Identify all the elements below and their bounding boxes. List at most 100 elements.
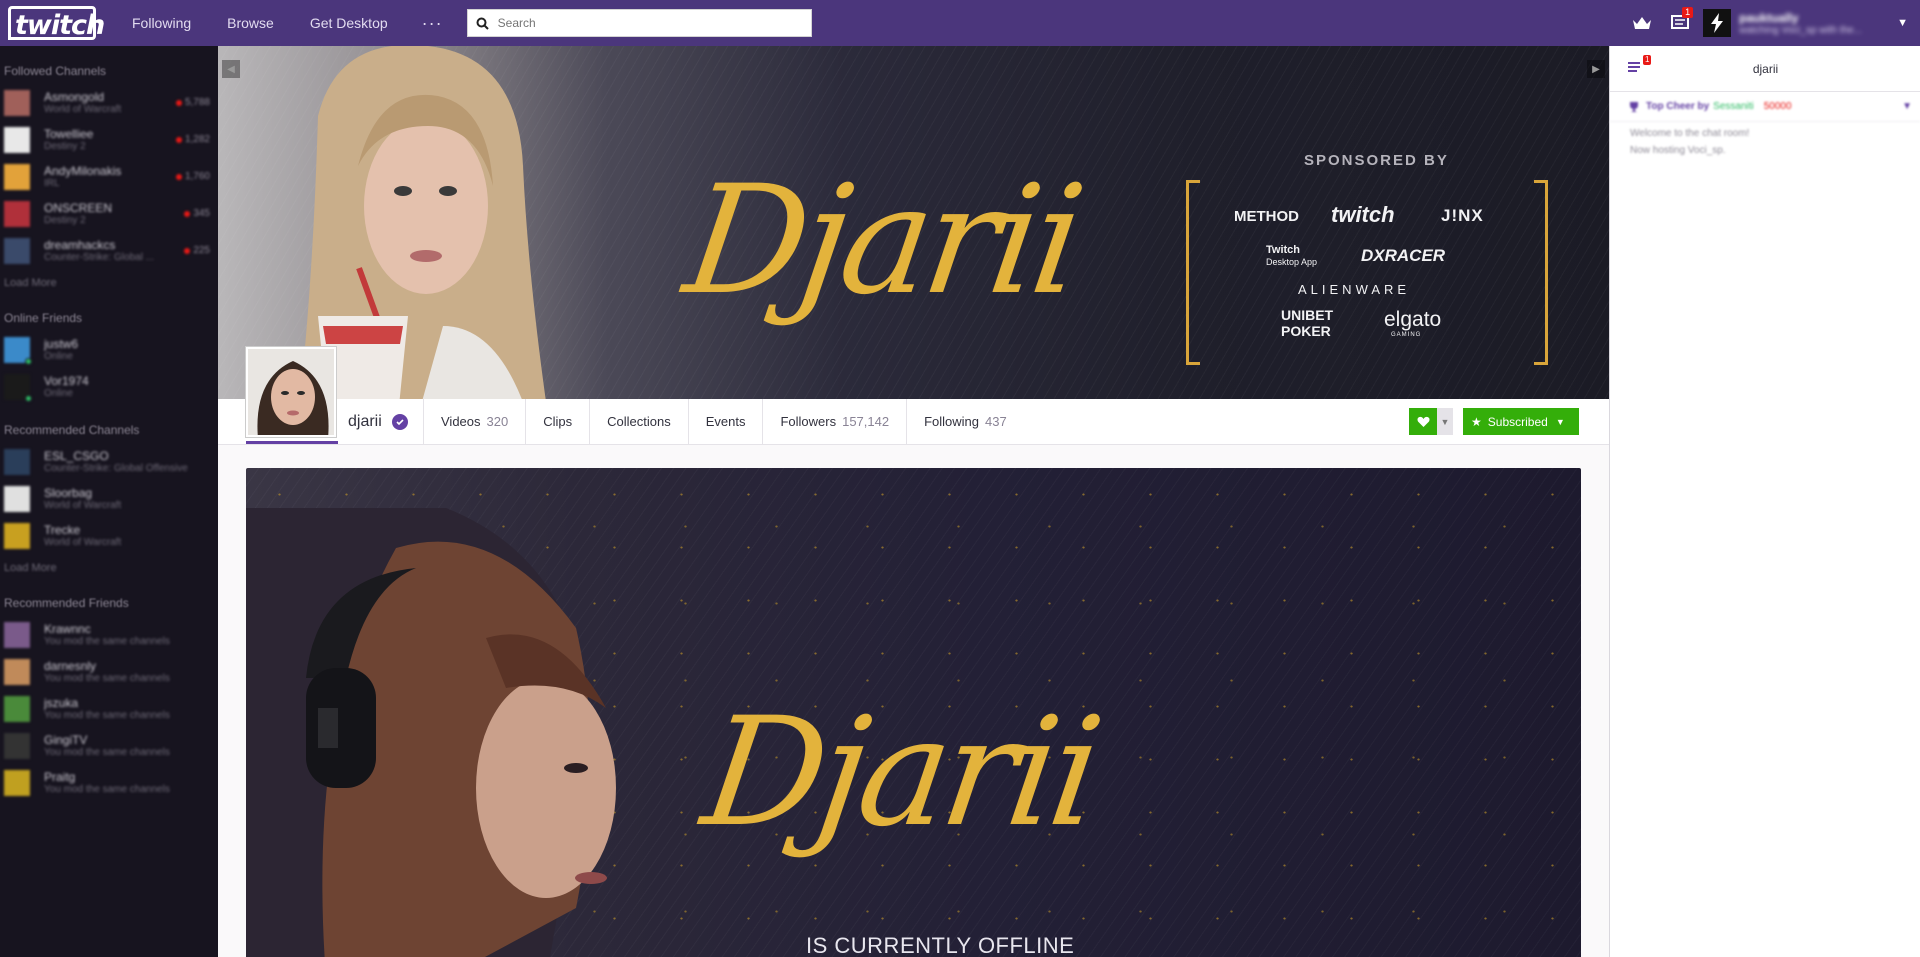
load-more-recommended[interactable]: Load More (0, 554, 218, 578)
item-name: Asmongold (44, 90, 105, 104)
tab-following[interactable]: Following 437 (906, 399, 1024, 444)
sponsor-twitch-desktop: Twitch (1266, 244, 1301, 256)
avatar (4, 336, 32, 365)
twitch-logo[interactable]: twitch (8, 6, 105, 41)
search-box[interactable] (466, 9, 812, 37)
viewer-count: 345 (184, 208, 210, 219)
tab-clips[interactable]: Clips (525, 399, 589, 444)
sponsor-method: METHOD (1234, 208, 1299, 225)
more-menu-button[interactable]: ··· (406, 13, 459, 34)
online-status-icon (25, 357, 32, 365)
list-item-text: AndyMilonakis IRL (44, 164, 176, 189)
tab-count: 320 (486, 414, 509, 429)
list-item-text: Asmongold World of Warcraft (44, 90, 176, 115)
followed-channel-item[interactable]: Towelliee Destiny 2 1,282 (0, 121, 218, 158)
sponsor-bracket-right (1534, 180, 1548, 365)
live-dot-icon (184, 210, 191, 217)
recommended-channels-list: ESL_CSGO Counter-Strike: Global Offensive… (0, 443, 218, 554)
recommended-friend-item[interactable]: jszuka You mod the same channels (0, 690, 218, 727)
tab-label: Collections (607, 414, 671, 429)
verified-icon (392, 414, 408, 430)
offline-message: IS CURRENTLY OFFLINE (806, 933, 1075, 957)
item-subtitle: You mod the same channels (44, 747, 170, 758)
nav-following[interactable]: Following (114, 15, 209, 31)
list-item-text: dreamhackcs Counter-Strike: Global ... (44, 238, 184, 263)
top-cheer-banner[interactable]: Top Cheer by Sessaniti 50000 ▼ (1610, 92, 1920, 122)
channel-avatar[interactable] (246, 347, 336, 437)
user-menu[interactable]: pauktually watching Voci_sp with the... … (1699, 9, 1920, 37)
friend-item[interactable]: Vor1974 Online (0, 368, 218, 405)
recommended-channel-item[interactable]: Trecke World of Warcraft (0, 517, 218, 554)
item-name: Krawnnc (44, 622, 91, 636)
tab-collections[interactable]: Collections (589, 399, 688, 444)
channel-main: ◀ ▶ Djarii SPONSORED BY METHOD twitch J!… (218, 46, 1609, 957)
item-subtitle: Counter-Strike: Global ... (44, 252, 155, 263)
followed-channels-list: Asmongold World of Warcraft 5,788 Towelliee… (0, 84, 218, 269)
load-more-followed[interactable]: Load More (0, 269, 218, 293)
banner-logo-text: Djarii (675, 154, 1089, 328)
avatar (4, 621, 30, 648)
tab-followers[interactable]: Followers 157,142 (762, 399, 906, 444)
banner-prev-arrow[interactable]: ◀ (222, 60, 240, 78)
recommended-friend-item[interactable]: Praitg You mod the same channels (0, 764, 218, 801)
list-item-text: ONSCREEN Destiny 2 (44, 201, 184, 226)
friend-item[interactable]: justw6 Online (0, 331, 218, 368)
notifications-icon[interactable]: 1 (1661, 0, 1699, 46)
prime-crown-icon[interactable] (1623, 0, 1661, 46)
avatar (4, 695, 30, 722)
viewer-count-value: 5,788 (184, 97, 210, 108)
tab-label: Following (924, 414, 980, 429)
list-item-text: GingiTV You mod the same channels (44, 733, 218, 758)
banner-next-arrow[interactable]: ▶ (1587, 60, 1605, 78)
avatar-underline (246, 441, 338, 444)
item-name: dreamhackcs (44, 238, 116, 252)
recommended-friends-title: Recommended Friends (4, 596, 129, 610)
item-name: ESL_CSGO (44, 449, 109, 463)
recommended-friend-item[interactable]: GingiTV You mod the same channels (0, 727, 218, 764)
search-input[interactable] (497, 11, 798, 35)
viewer-count: 1,760 (175, 171, 210, 182)
chevron-down-icon: ▼ (1555, 416, 1565, 427)
follow-options-dropdown[interactable]: ▼ (1437, 408, 1453, 435)
item-name: Trecke (44, 523, 81, 537)
list-item-text: Vor1974 Online (44, 374, 218, 399)
recommended-channel-item[interactable]: ESL_CSGO Counter-Strike: Global Offensive (0, 443, 218, 480)
sponsor-bracket-left (1186, 180, 1200, 365)
tab-label: Events (705, 414, 746, 429)
tab-events[interactable]: Events (687, 399, 763, 444)
chevron-down-icon: ▼ (1897, 17, 1908, 29)
recommended-friend-item[interactable]: Krawnnc You mod the same channels (0, 616, 218, 653)
subscribed-button[interactable]: ★ Subscribed ▼ (1463, 408, 1579, 435)
followed-channel-item[interactable]: dreamhackcs Counter-Strike: Global ... 225 (0, 232, 218, 269)
avatar (4, 373, 32, 402)
recommended-channel-item[interactable]: Sloorbag World of Warcraft (0, 480, 218, 517)
live-dot-icon (175, 173, 182, 180)
list-item-text: jszuka You mod the same channels (44, 696, 218, 721)
trophy-icon (1630, 101, 1638, 112)
followed-channel-item[interactable]: Asmongold World of Warcraft 5,788 (0, 84, 218, 121)
list-item-text: Praitg You mod the same channels (44, 770, 218, 795)
item-name: Towelliee (44, 127, 94, 141)
tab-videos[interactable]: Videos 320 (423, 399, 525, 444)
follow-heart-button[interactable] (1409, 408, 1437, 435)
nav-browse[interactable]: Browse (209, 15, 292, 31)
item-subtitle: IRL (44, 178, 60, 189)
item-name: jszuka (44, 696, 79, 710)
followed-channel-item[interactable]: ONSCREEN Destiny 2 345 (0, 195, 218, 232)
item-subtitle: Destiny 2 (44, 141, 86, 152)
avatar (4, 163, 30, 190)
sponsor-jinx: J!NX (1441, 206, 1484, 225)
followed-channel-item[interactable]: AndyMilonakis IRL 1,760 (0, 158, 218, 195)
recommended-friend-item[interactable]: darnesnly You mod the same channels (0, 653, 218, 690)
chat-title: djarii (1752, 62, 1779, 76)
list-item-text: justw6 Online (44, 337, 218, 362)
list-item-text: Sloorbag World of Warcraft (44, 486, 218, 511)
item-name: Praitg (44, 770, 76, 784)
nav-get-desktop[interactable]: Get Desktop (292, 15, 406, 31)
offline-panel[interactable]: Djarii IS CURRENTLY OFFLINE (246, 468, 1581, 957)
left-sidebar: Followed Channels Asmongold World of Warc… (0, 46, 218, 957)
chevron-down-icon[interactable]: ▼ (1902, 101, 1912, 112)
search-icon (468, 17, 498, 30)
sponsor-elgato-gaming: GAMING (1391, 332, 1422, 338)
tab-label: Videos (441, 414, 481, 429)
